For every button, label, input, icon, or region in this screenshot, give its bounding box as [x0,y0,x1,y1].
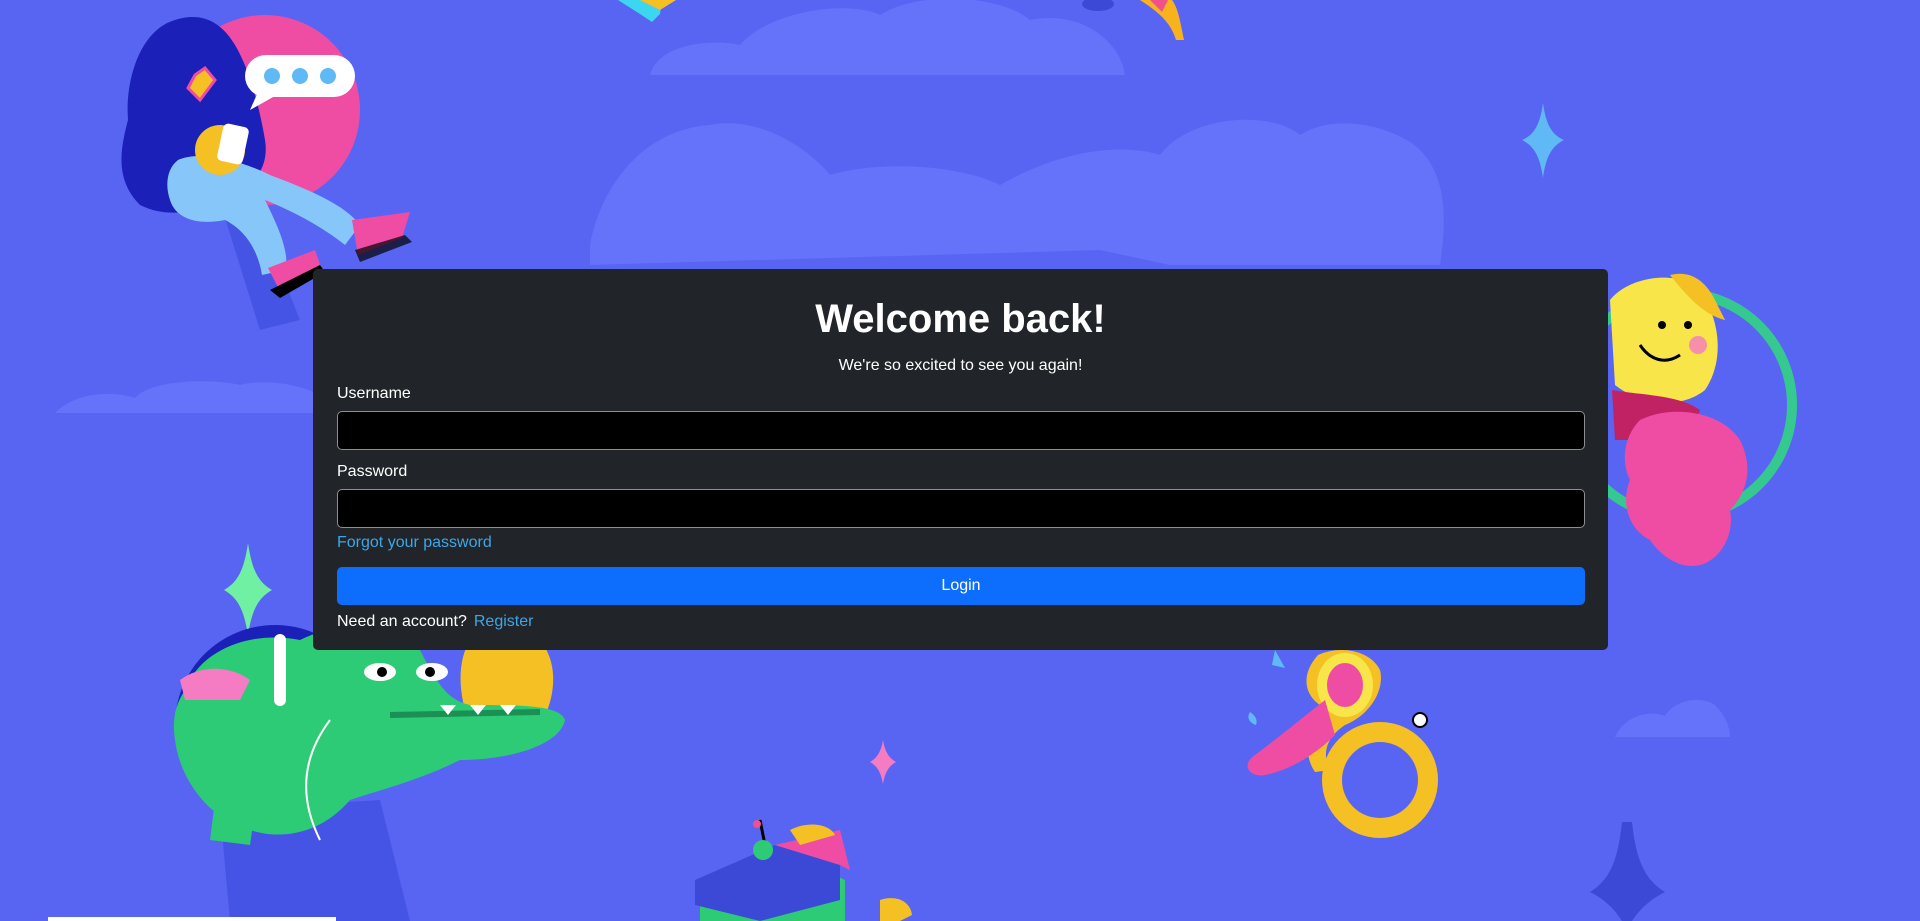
username-input[interactable] [337,410,1585,450]
scroll-indicator [48,917,336,921]
fish-icon [1082,0,1114,11]
login-card: Welcome back! We're so excited to see yo… [313,269,1608,650]
page-title: Welcome back! [815,297,1106,341]
need-account-text: Need an account? [337,612,467,630]
star-icon [1590,822,1665,921]
register-row: Need an account? Register [337,612,1584,632]
forgot-password-link[interactable]: Forgot your password [337,533,492,553]
username-label: Username [337,384,411,402]
banana-icon [1140,0,1184,40]
book-icon [618,0,676,22]
radio-sandwich-illustration [695,819,912,921]
sparkle-icon [870,740,896,784]
sparkle-icon [224,543,272,635]
crocodile-with-headphones-illustration [173,614,566,921]
password-input[interactable] [337,488,1585,528]
register-link[interactable]: Register [474,613,534,630]
password-label: Password [337,462,408,480]
login-button[interactable]: Login [337,566,1585,605]
french-horn-illustration [1247,650,1438,838]
login-page: Welcome back! We're so excited to see yo… [0,0,1920,921]
sparkle-icon [1522,103,1564,178]
page-subtitle: We're so excited to see you again! [838,357,1083,374]
